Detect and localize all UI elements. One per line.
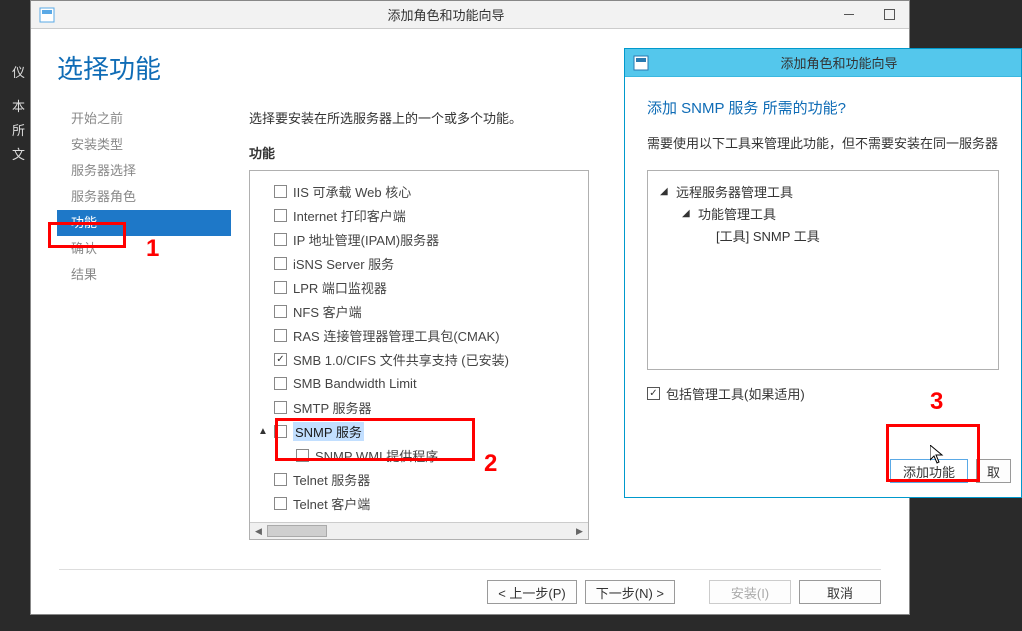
dialog-question: 添加 SNMP 服务 所需的功能? <box>647 97 999 118</box>
background-text: 所 <box>12 120 25 139</box>
checkbox-icon[interactable] <box>274 281 287 294</box>
background-text: 仪 <box>12 62 25 81</box>
feature-label: iSNS Server 服务 <box>293 254 394 273</box>
feature-item[interactable]: SMTP 服务器 <box>250 395 588 419</box>
wizard-sidebar: 开始之前 安装类型 服务器选择 服务器角色 功能 确认 结果 <box>31 102 231 622</box>
feature-label: IP 地址管理(IPAM)服务器 <box>293 230 439 249</box>
feature-item[interactable]: iSNS Server 服务 <box>250 251 588 275</box>
divider <box>59 569 881 570</box>
add-feature-button[interactable]: 添加功能 <box>890 459 968 483</box>
dialog-cancel-button[interactable]: 取 <box>976 459 1011 483</box>
install-button[interactable]: 安装(I) <box>709 580 791 604</box>
add-feature-dialog: 添加角色和功能向导 添加 SNMP 服务 所需的功能? 需要使用以下工具来管理此… <box>624 48 1022 498</box>
background-text: 文 <box>12 144 25 163</box>
minimize-button[interactable] <box>829 1 869 29</box>
feature-label: SNMP 服务 <box>293 422 364 441</box>
tree-item[interactable]: ◢ 远程服务器管理工具 <box>660 181 986 203</box>
app-icon <box>39 7 55 23</box>
scroll-thumb[interactable] <box>267 525 327 537</box>
feature-label: Telnet 服务器 <box>293 470 370 489</box>
feature-item[interactable]: SMB 1.0/CIFS 文件共享支持 (已安装) <box>250 347 588 371</box>
dialog-title: 添加角色和功能向导 <box>657 53 1021 72</box>
sidebar-step-before[interactable]: 开始之前 <box>57 106 231 132</box>
feature-item[interactable]: SNMP WMI 提供程序 <box>250 443 588 467</box>
feature-label: SNMP WMI 提供程序 <box>315 446 438 465</box>
titlebar[interactable]: 添加角色和功能向导 <box>625 49 1021 77</box>
checkbox-icon[interactable] <box>274 233 287 246</box>
feature-item[interactable]: Internet 打印客户端 <box>250 203 588 227</box>
include-tools-row[interactable]: 包括管理工具(如果适用) <box>647 384 999 403</box>
feature-item[interactable]: NFS 客户端 <box>250 299 588 323</box>
scroll-track[interactable] <box>267 523 571 539</box>
tree-label: 功能管理工具 <box>698 204 776 223</box>
feature-item-snmp[interactable]: ▲ SNMP 服务 <box>250 419 588 443</box>
maximize-button[interactable] <box>869 1 909 29</box>
checkbox-icon[interactable] <box>274 377 287 390</box>
triangle-icon[interactable]: ◢ <box>682 208 694 219</box>
features-listbox[interactable]: IIS 可承载 Web 核心 Internet 打印客户端 IP 地址管理(IP… <box>249 170 589 540</box>
next-button[interactable]: 下一步(N) > <box>585 580 675 604</box>
required-tools-tree[interactable]: ◢ 远程服务器管理工具 ◢ 功能管理工具 [工具] SNMP 工具 <box>647 170 999 370</box>
app-icon <box>633 55 649 71</box>
checkbox-icon[interactable] <box>274 329 287 342</box>
tree-item[interactable]: ◢ 功能管理工具 <box>660 203 986 225</box>
checkbox-icon[interactable] <box>274 353 287 366</box>
checkbox-icon[interactable] <box>274 257 287 270</box>
feature-label: SMB Bandwidth Limit <box>293 376 417 391</box>
dialog-button-row: 添加功能 取 <box>890 459 1011 483</box>
cancel-button[interactable]: 取消 <box>799 580 881 604</box>
wizard-button-row: < 上一步(P) 下一步(N) > 安装(I) 取消 <box>31 580 909 604</box>
titlebar[interactable]: 添加角色和功能向导 <box>31 1 909 29</box>
sidebar-step-features[interactable]: 功能 <box>57 210 231 236</box>
checkbox-icon[interactable] <box>274 401 287 414</box>
feature-label: RAS 连接管理器管理工具包(CMAK) <box>293 326 500 345</box>
sidebar-step-result[interactable]: 结果 <box>57 262 231 288</box>
sidebar-step-install-type[interactable]: 安装类型 <box>57 132 231 158</box>
feature-label: NFS 客户端 <box>293 302 362 321</box>
checkbox-icon[interactable] <box>274 209 287 222</box>
feature-item[interactable]: IP 地址管理(IPAM)服务器 <box>250 227 588 251</box>
tree-item[interactable]: [工具] SNMP 工具 <box>660 225 986 247</box>
checkbox-icon[interactable] <box>274 305 287 318</box>
checkbox-icon[interactable] <box>296 449 309 462</box>
dialog-description: 需要使用以下工具来管理此功能，但不需要安装在同一服务器 <box>647 134 999 154</box>
sidebar-step-server-roles[interactable]: 服务器角色 <box>57 184 231 210</box>
window-title: 添加角色和功能向导 <box>63 5 829 24</box>
feature-item[interactable]: SMB Bandwidth Limit <box>250 371 588 395</box>
checkbox-icon[interactable] <box>274 473 287 486</box>
feature-item[interactable]: Telnet 客户端 <box>250 491 588 515</box>
scroll-right-icon[interactable]: ▶ <box>571 523 588 540</box>
tree-label: [工具] SNMP 工具 <box>716 226 820 245</box>
tree-label: 远程服务器管理工具 <box>676 182 793 201</box>
triangle-icon[interactable]: ◢ <box>660 186 672 197</box>
feature-label: IIS 可承载 Web 核心 <box>293 182 411 201</box>
sidebar-step-server-select[interactable]: 服务器选择 <box>57 158 231 184</box>
checkbox-icon[interactable] <box>274 497 287 510</box>
horizontal-scrollbar[interactable]: ◀ ▶ <box>250 522 588 539</box>
scroll-left-icon[interactable]: ◀ <box>250 523 267 540</box>
expander-icon[interactable]: ▲ <box>258 426 268 437</box>
previous-button[interactable]: < 上一步(P) <box>487 580 577 604</box>
include-tools-label: 包括管理工具(如果适用) <box>666 384 805 403</box>
background-text: 本 <box>12 96 25 115</box>
feature-item[interactable]: RAS 连接管理器管理工具包(CMAK) <box>250 323 588 347</box>
feature-item[interactable]: Telnet 服务器 <box>250 467 588 491</box>
checkbox-icon[interactable] <box>274 185 287 198</box>
feature-item[interactable]: IIS 可承载 Web 核心 <box>250 179 588 203</box>
sidebar-step-confirm[interactable]: 确认 <box>57 236 231 262</box>
feature-label: Internet 打印客户端 <box>293 206 406 225</box>
feature-item[interactable]: LPR 端口监视器 <box>250 275 588 299</box>
feature-label: LPR 端口监视器 <box>293 278 387 297</box>
checkbox-icon[interactable] <box>647 387 660 400</box>
feature-label: SMTP 服务器 <box>293 398 372 417</box>
feature-label: SMB 1.0/CIFS 文件共享支持 (已安装) <box>293 350 509 369</box>
checkbox-icon[interactable] <box>274 425 287 438</box>
feature-label: Telnet 客户端 <box>293 494 370 513</box>
